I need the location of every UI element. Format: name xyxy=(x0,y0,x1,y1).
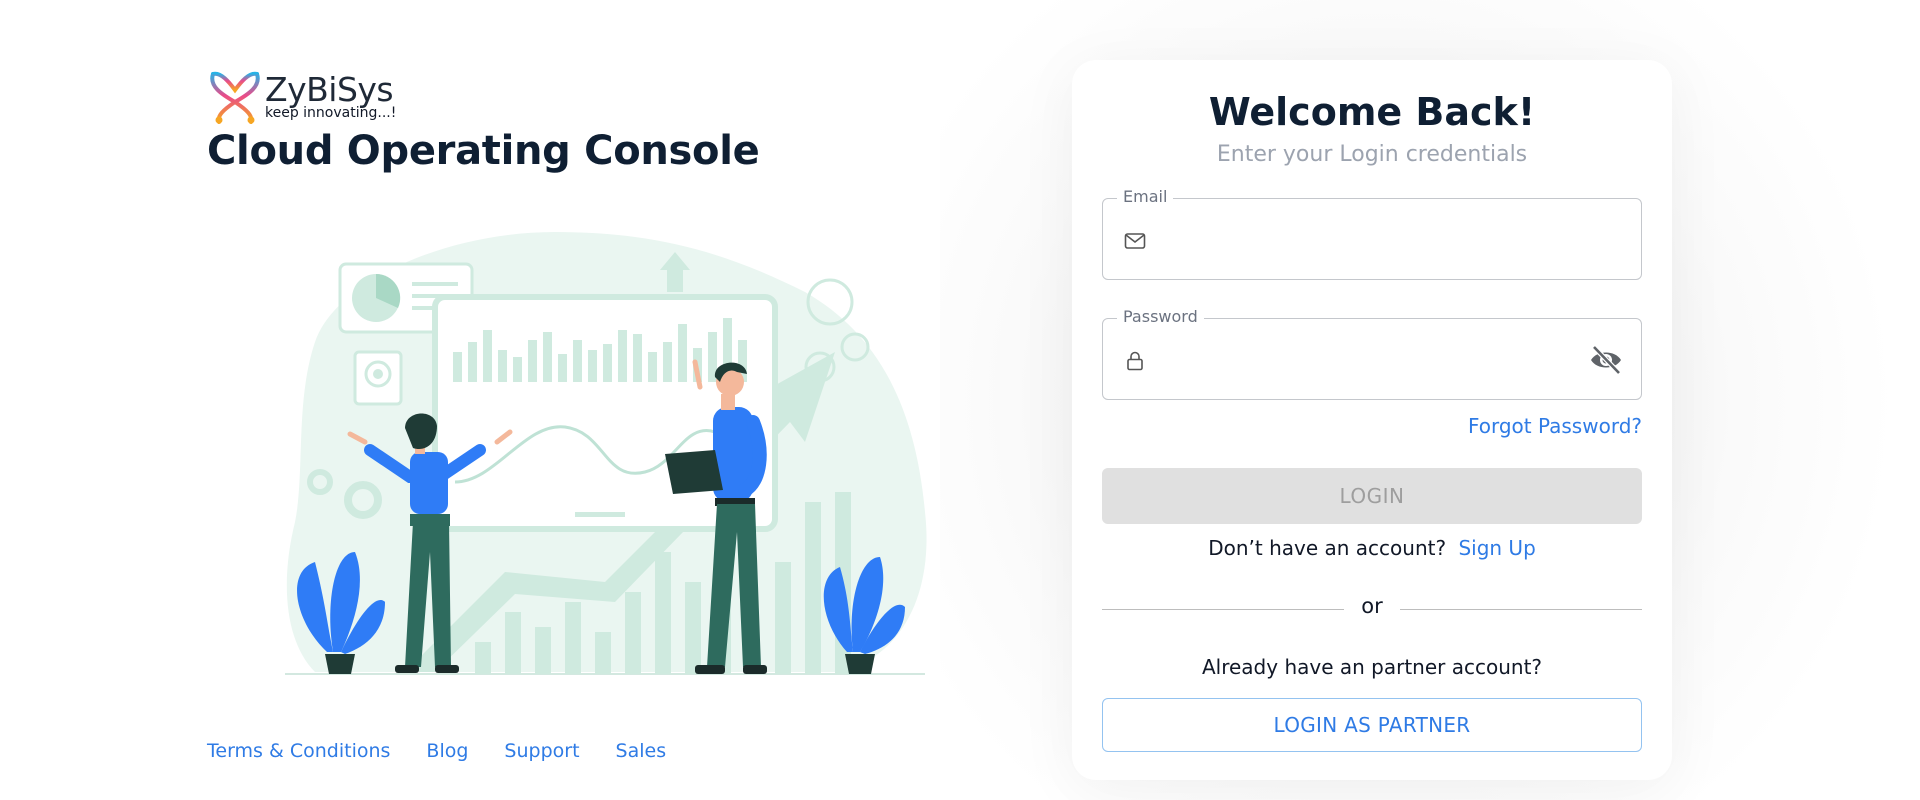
footer-links: Terms & Conditions Blog Support Sales xyxy=(207,740,666,762)
login-subheading: Enter your Login credentials xyxy=(1216,142,1528,167)
password-input[interactable] xyxy=(1163,335,1567,385)
signup-prompt: Don’t have an account? Sign Up xyxy=(1072,536,1672,560)
brand-logo-mark xyxy=(210,71,260,124)
login-card: Welcome Back! Enter your Login credentia… xyxy=(1072,60,1672,780)
login-button[interactable]: LOGIN xyxy=(1102,468,1642,524)
page-title: Cloud Operating Console xyxy=(207,128,760,174)
footer-link-terms[interactable]: Terms & Conditions xyxy=(207,740,390,762)
login-heading: Welcome Back! xyxy=(1208,90,1536,134)
footer-link-blog[interactable]: Blog xyxy=(426,740,468,762)
password-field[interactable]: Password xyxy=(1102,307,1642,400)
brand-panel: ZyBiSys keep innovating...! Cloud Operat… xyxy=(0,0,940,800)
partner-account-question: Already have an partner account? xyxy=(1201,655,1543,679)
analytics-illustration xyxy=(285,232,927,675)
email-field[interactable]: Email xyxy=(1102,187,1642,280)
divider-line-right xyxy=(1400,609,1642,610)
sign-up-link[interactable]: Sign Up xyxy=(1458,536,1535,560)
footer-link-support[interactable]: Support xyxy=(504,740,579,762)
or-text: or xyxy=(1361,594,1383,618)
forgot-password-link[interactable]: Forgot Password? xyxy=(1468,414,1642,438)
brand-tagline: keep innovating...! xyxy=(265,105,397,121)
email-label: Email xyxy=(1117,187,1174,206)
brand-name: ZyBiSys xyxy=(265,70,394,109)
brand-logo: ZyBiSys keep innovating...! xyxy=(207,68,407,124)
footer-link-sales[interactable]: Sales xyxy=(616,740,667,762)
no-account-text: Don’t have an account? xyxy=(1208,536,1447,560)
email-input[interactable] xyxy=(1163,215,1567,265)
eye-off-icon[interactable] xyxy=(1589,344,1623,376)
mail-icon xyxy=(1124,233,1146,249)
lock-icon xyxy=(1127,351,1143,371)
or-divider: or xyxy=(1102,594,1642,624)
login-as-partner-button[interactable]: LOGIN AS PARTNER xyxy=(1102,698,1642,752)
password-label: Password xyxy=(1117,307,1204,326)
